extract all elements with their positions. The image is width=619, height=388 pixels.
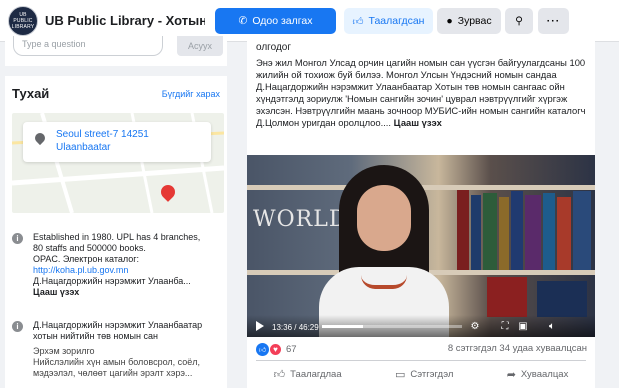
- message-button-label: Зурвас: [457, 15, 492, 27]
- address-line2: Ulaanbaatar: [56, 142, 111, 153]
- location-map[interactable]: Seoul street-7 14251 Ulaanbaatar: [12, 113, 224, 213]
- book: [471, 195, 481, 270]
- info-mission: i Д.Нацагдоржийн нэрэмжит Улаанбаатар хо…: [12, 320, 224, 388]
- volume-icon[interactable]: 🔈︎: [546, 321, 558, 333]
- share-button[interactable]: ➦ Хуваалцах: [507, 363, 569, 385]
- post-text: Энэ жил Монгол Улсад орчин цагийн номын …: [256, 57, 590, 129]
- post-heading: олгодог: [256, 42, 291, 53]
- comment-button[interactable]: ▭ Сэтгэгдэл: [395, 363, 453, 385]
- messenger-icon: ●: [446, 15, 453, 27]
- search-icon: ⚲: [515, 15, 523, 27]
- speaker-necklace: [361, 275, 407, 289]
- love-reaction-icon: ♥: [269, 342, 282, 356]
- post-actions: 👍︎ Таалагдлаа ▭ Сэтгэгдэл ➦ Хуваалцах: [247, 363, 595, 385]
- search-button[interactable]: ⚲: [505, 8, 533, 34]
- book: [457, 190, 469, 270]
- divider: [256, 360, 586, 361]
- info-icon: i: [12, 233, 23, 244]
- info-line: мэдээлэл, чөлөөт цагийн эрэлт хэрэ...: [33, 368, 193, 378]
- info-line: OPAC. Электрон каталог:: [33, 254, 140, 264]
- fullscreen-icon[interactable]: ⛶: [499, 321, 511, 333]
- liked-button-label: Таалагдсан: [368, 15, 425, 27]
- info-line: Established in 1980. UPL has 4 branches,: [33, 232, 201, 242]
- see-all-link[interactable]: Бүгдийг харах: [162, 89, 220, 99]
- more-button[interactable]: ···: [538, 8, 569, 34]
- post-see-more-link[interactable]: Цааш үзэх: [394, 117, 442, 128]
- feed-post: олгодог Энэ жил Монгол Улсад орчин цагий…: [247, 36, 595, 388]
- about-card: Тухай Бүгдийг харах Seoul street-7 14251…: [5, 76, 227, 388]
- info-line: хотын нийтийн төв номын сан: [33, 331, 158, 341]
- like-reaction-icon: 👍︎: [256, 342, 269, 356]
- post-stats[interactable]: 8 сэтгэгдэл 34 удаа хуваалцсан: [448, 343, 587, 354]
- book: [573, 191, 591, 270]
- logo-text: UB PUBLIC LIBRARY: [11, 12, 35, 30]
- info-line: Д.Нацагдоржийн нэрэмжит Улаанбаатар: [33, 320, 203, 330]
- book: [499, 197, 509, 270]
- call-button[interactable]: ✆ Одоо залгах: [215, 8, 336, 34]
- see-more-link[interactable]: Цааш үзэх: [33, 287, 218, 298]
- book: [557, 197, 571, 270]
- page-title[interactable]: UB Public Library - Хотын...: [45, 13, 205, 28]
- info-line: 80 staffs and 500000 books.: [33, 243, 146, 253]
- more-icon: ···: [546, 15, 561, 27]
- reactions-count: 67: [286, 343, 297, 355]
- share-icon: ➦: [506, 368, 516, 381]
- liked-button[interactable]: 👍︎ Таалагдсан: [344, 8, 433, 34]
- phone-icon: ✆: [238, 15, 248, 27]
- thumbs-up-icon: 👍︎: [352, 15, 364, 28]
- video-player[interactable]: WORLD 13:36 / 46:29 ⚙ ⛶ ▣ 🔈︎: [247, 155, 595, 337]
- address-card[interactable]: Seoul street-7 14251 Ulaanbaatar: [23, 122, 211, 162]
- like-button[interactable]: 👍︎ Таалагдлаа: [274, 363, 342, 385]
- catalog-link[interactable]: http://koha.pl.ub.gov.mn: [33, 265, 218, 276]
- info-line: Нийслэлийн хүн амын боловсрол, соёл,: [33, 357, 201, 367]
- question-input[interactable]: Type a question: [13, 36, 163, 56]
- settings-icon[interactable]: ⚙: [469, 321, 481, 333]
- info-mission-text: Д.Нацагдоржийн нэрэмжит Улаанбаатар хоты…: [33, 320, 218, 379]
- info-icon: i: [12, 321, 23, 332]
- miniplayer-icon[interactable]: ▣: [517, 321, 529, 333]
- book: [537, 281, 587, 317]
- speaker-face: [357, 185, 411, 251]
- call-button-label: Одоо залгах: [252, 15, 313, 27]
- page-logo[interactable]: UB PUBLIC LIBRARY: [8, 6, 38, 36]
- comment-label: Сэтгэгдэл: [410, 368, 454, 380]
- video-progress-track[interactable]: [322, 325, 462, 328]
- like-label: Таалагдлаа: [290, 368, 342, 380]
- comment-icon: ▭: [394, 368, 406, 381]
- thumbs-up-icon: 👍︎: [273, 368, 286, 381]
- info-description: i Established in 1980. UPL has 4 branche…: [12, 232, 224, 322]
- book: [511, 191, 523, 270]
- book-title-world: WORLD: [253, 207, 348, 232]
- location-pin-icon: [32, 130, 48, 146]
- play-icon[interactable]: [256, 321, 264, 331]
- address-line1: Seoul street-7 14251: [56, 129, 149, 140]
- info-description-text: Established in 1980. UPL has 4 branches,…: [33, 232, 218, 298]
- reactions-summary[interactable]: 👍︎ ♥ 67: [256, 342, 297, 356]
- info-line: Эрхэм зорилго: [33, 346, 95, 356]
- message-button[interactable]: ● Зурвас: [437, 8, 501, 34]
- share-label: Хуваалцах: [520, 368, 569, 380]
- ask-button[interactable]: Асуух: [177, 36, 223, 56]
- video-progress-fill: [322, 325, 364, 328]
- info-line: Д.Нацагдоржийн нэрэмжит Улаанба...: [33, 276, 191, 286]
- book: [543, 193, 555, 270]
- about-title: Тухай: [12, 86, 50, 101]
- book: [483, 193, 497, 270]
- book: [487, 277, 527, 317]
- book: [525, 195, 541, 270]
- video-time: 13:36 / 46:29: [272, 323, 319, 332]
- question-card: Type a question Асуух: [5, 36, 227, 66]
